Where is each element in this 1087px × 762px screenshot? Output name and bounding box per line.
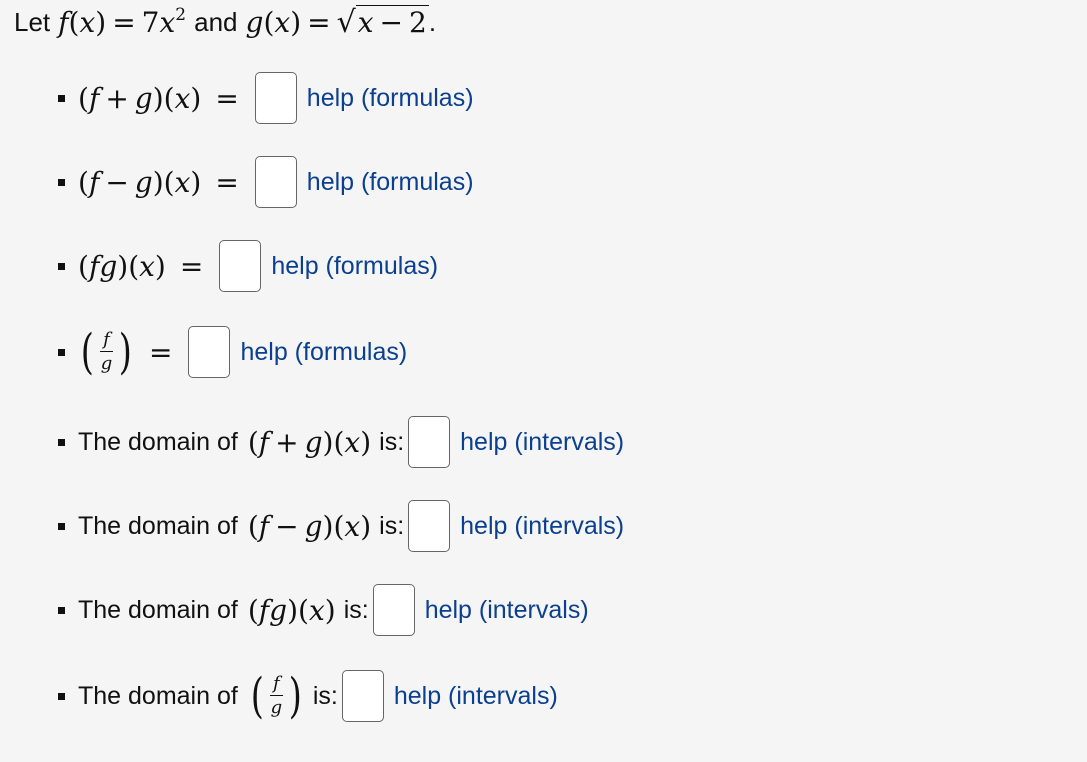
- list-item-domain-difference: The domain of (f − g)(x) is: help (interva…: [58, 496, 624, 556]
- list-item-domain-product: The domain of (fg)(x) is: help (interval…: [58, 580, 589, 640]
- equals-sign: =: [179, 249, 204, 283]
- intro-and: and: [194, 6, 238, 37]
- list-item-domain-sum: The domain of (f + g)(x) is: help (interva…: [58, 412, 624, 472]
- bullet-icon: [58, 438, 65, 446]
- expr-sum: (f + g)(x): [247, 425, 372, 459]
- expr-quotient: ( fg ): [250, 668, 303, 724]
- intro-lead: Let: [14, 6, 51, 37]
- bullet-icon: [58, 348, 65, 356]
- bullet-icon: [58, 262, 65, 270]
- list-item-quotient: ( fg ) = help (formulas): [58, 322, 407, 382]
- domain-prefix: The domain of: [78, 681, 238, 710]
- answer-input-difference[interactable]: [254, 156, 297, 208]
- equals-sign: =: [215, 165, 239, 199]
- list-item-product: (fg)(x) = help (formulas): [58, 236, 438, 296]
- expr-product: (fg)(x): [78, 249, 166, 283]
- domain-suffix: is:: [379, 427, 405, 456]
- domain-input-difference[interactable]: [408, 500, 451, 552]
- domain-suffix: is:: [312, 681, 338, 710]
- bullet-icon: [58, 522, 65, 530]
- help-intervals-link[interactable]: help (intervals): [460, 428, 624, 457]
- expr-difference: (f − g)(x): [78, 165, 202, 199]
- help-formulas-link[interactable]: help (formulas): [307, 168, 474, 197]
- bullet-icon: [58, 178, 65, 186]
- list-item-domain-quotient: The domain of ( fg ) is: help (intervals…: [58, 666, 558, 726]
- domain-input-sum[interactable]: [408, 416, 451, 468]
- expr-difference: (f − g)(x): [247, 509, 372, 543]
- f-definition: f(x) = 7x2: [58, 5, 187, 39]
- answer-input-quotient[interactable]: [188, 326, 231, 378]
- equals-sign: =: [215, 81, 239, 115]
- domain-prefix: The domain of: [78, 427, 238, 456]
- help-formulas-link[interactable]: help (formulas): [307, 84, 474, 113]
- problem-page: Let f(x) = 7x2 and g(x) = √x −2 . (f + g)(x) = …: [0, 0, 1087, 762]
- answer-input-sum[interactable]: [254, 72, 297, 124]
- bullet-icon: [58, 606, 65, 614]
- list-item-difference: (f − g)(x) = help (formulas): [58, 152, 474, 212]
- domain-prefix: The domain of: [78, 595, 238, 624]
- answer-input-product[interactable]: [219, 240, 262, 292]
- help-formulas-link[interactable]: help (formulas): [240, 338, 407, 367]
- sqrt-icon: √: [336, 4, 356, 40]
- problem-statement: Let f(x) = 7x2 and g(x) = √x −2 .: [14, 4, 436, 40]
- help-intervals-link[interactable]: help (intervals): [394, 682, 558, 711]
- equals-sign: =: [149, 335, 173, 369]
- bullet-icon: [58, 94, 65, 102]
- bullet-icon: [58, 692, 65, 700]
- help-intervals-link[interactable]: help (intervals): [425, 596, 589, 625]
- list-item-sum: (f + g)(x) = help (formulas): [58, 68, 474, 128]
- intro-period: .: [428, 6, 437, 37]
- domain-input-product[interactable]: [372, 584, 415, 636]
- domain-prefix: The domain of: [78, 511, 238, 540]
- help-intervals-link[interactable]: help (intervals): [460, 512, 624, 541]
- expr-sum: (f + g)(x): [78, 81, 202, 115]
- expr-product: (fg)(x): [247, 593, 336, 627]
- g-definition: g(x) = √x −2: [245, 4, 429, 40]
- domain-suffix: is:: [379, 511, 405, 540]
- domain-suffix: is:: [343, 595, 369, 624]
- expr-quotient: ( fg ): [80, 324, 133, 380]
- domain-input-quotient[interactable]: [341, 670, 384, 722]
- help-formulas-link[interactable]: help (formulas): [271, 252, 438, 281]
